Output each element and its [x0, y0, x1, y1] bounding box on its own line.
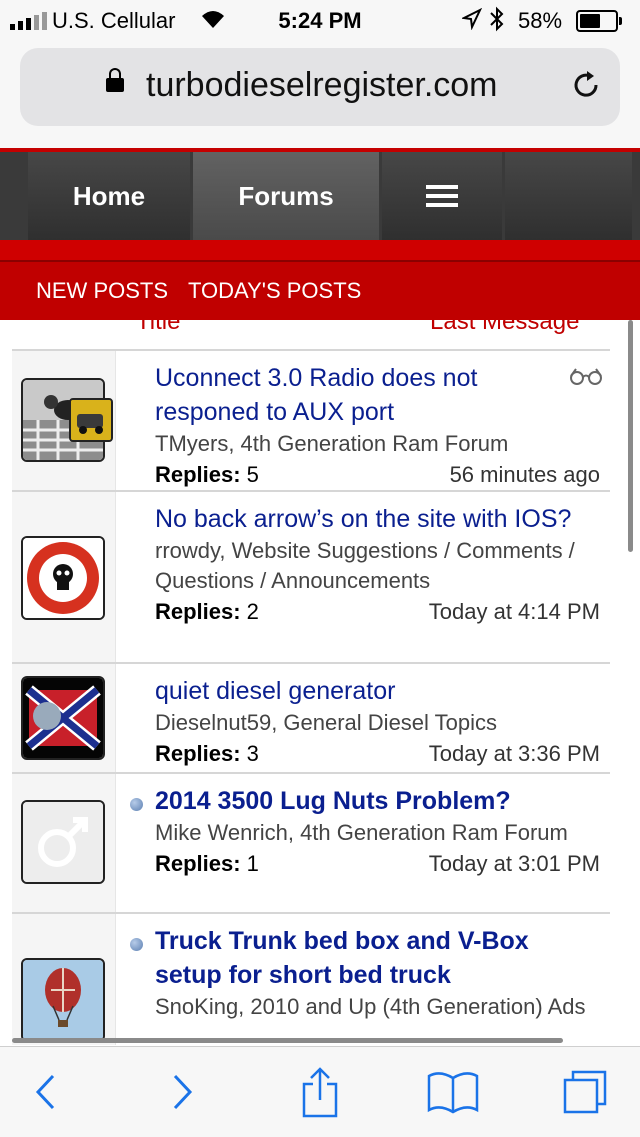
status-bar: U.S. Cellular 5:24 PM 58% — [0, 0, 640, 40]
horizontal-scrollbar[interactable] — [12, 1038, 563, 1043]
bookmarks-button[interactable] — [408, 1047, 498, 1137]
replies-label: Replies: — [155, 741, 241, 766]
book-icon — [427, 1072, 479, 1114]
battery-percent: 58% — [518, 8, 563, 33]
thread-title[interactable]: No back arrow’s on the site with IOS? — [155, 502, 600, 536]
thread-list: Uconnect 3.0 Radio does not responed to … — [12, 349, 610, 1045]
replies-count: 1 — [246, 851, 259, 876]
last-message-time[interactable]: 56 minutes ago — [450, 459, 600, 491]
location-icon — [460, 7, 483, 36]
nav-home-label: Home — [72, 180, 146, 211]
last-message-time[interactable]: Today at 3:01 PM — [429, 848, 600, 880]
avatar[interactable] — [21, 536, 105, 620]
bluetooth-icon — [488, 6, 506, 38]
thread-row[interactable]: Uconnect 3.0 Radio does not responed to … — [12, 351, 610, 492]
lock-icon — [106, 68, 124, 92]
battery-icon — [576, 10, 622, 32]
vertical-scrollbar[interactable] — [628, 320, 633, 552]
replies-label: Replies: — [155, 851, 241, 876]
new-post-indicator-icon — [130, 798, 143, 811]
thread-row[interactable]: quiet diesel generator Dieselnut59, Gene… — [12, 664, 610, 774]
hamburger-icon — [426, 185, 458, 207]
thread-list-area: Title Last Message Uconnect 3.0 Radio do… — [0, 320, 640, 1045]
browser-chrome: turbodieselregister.com — [0, 40, 640, 148]
tabs-icon — [563, 1070, 607, 1114]
avatar[interactable] — [21, 676, 105, 760]
thread-row[interactable]: No back arrow’s on the site with IOS? rr… — [12, 492, 610, 664]
thread-meta: SnoKing, 2010 and Up (4th Generation) Ad… — [155, 994, 586, 1019]
thread-title[interactable]: Truck Trunk bed box and V-Box setup for … — [155, 924, 600, 992]
browser-toolbar — [0, 1046, 640, 1137]
todays-posts-link[interactable]: TODAY'S POSTS — [188, 278, 361, 304]
column-last-message: Last Message — [430, 320, 580, 335]
replies-label: Replies: — [155, 599, 241, 624]
tabs-button[interactable] — [540, 1047, 630, 1137]
thread-meta: Dieselnut59, General Diesel Topics — [155, 710, 497, 735]
nav-forums[interactable]: Forums — [193, 152, 379, 240]
avatar-secondary — [69, 398, 113, 442]
replies-label: Replies: — [155, 462, 241, 487]
thread-row[interactable]: 2014 3500 Lug Nuts Problem? Mike Wenrich… — [12, 774, 610, 914]
main-nav: Home Forums — [0, 148, 640, 240]
nav-home[interactable]: Home — [28, 152, 190, 240]
nav-empty-tab — [505, 152, 632, 240]
thread-meta: Mike Wenrich, 4th Generation Ram Forum — [155, 820, 568, 845]
share-button[interactable] — [275, 1047, 365, 1137]
nav-divider — [0, 240, 640, 260]
chevron-right-icon — [173, 1074, 193, 1110]
replies-count: 3 — [246, 741, 259, 766]
avatar[interactable] — [21, 958, 105, 1042]
share-icon — [302, 1067, 338, 1118]
thread-title[interactable]: 2014 3500 Lug Nuts Problem? — [155, 784, 600, 818]
avatar[interactable] — [21, 800, 105, 884]
reload-icon[interactable] — [570, 68, 602, 111]
new-post-indicator-icon — [130, 938, 143, 951]
glasses-icon — [568, 365, 604, 393]
thread-title[interactable]: Uconnect 3.0 Radio does not responed to … — [155, 361, 600, 429]
address-bar[interactable]: turbodieselregister.com — [20, 48, 620, 126]
nav-forums-label: Forums — [238, 180, 334, 211]
last-message-time[interactable]: Today at 4:14 PM — [429, 596, 600, 628]
column-title: Title — [136, 320, 181, 335]
chevron-left-icon — [35, 1074, 55, 1110]
new-posts-link[interactable]: NEW POSTS — [36, 278, 168, 304]
thread-row[interactable]: Truck Trunk bed box and V-Box setup for … — [12, 914, 610, 1045]
last-message-time[interactable]: Today at 3:36 PM — [429, 738, 600, 770]
thread-meta: rrowdy, Website Suggestions / Comments /… — [155, 538, 575, 593]
url-text: turbodieselregister.com — [146, 66, 498, 104]
menu-button[interactable] — [382, 152, 502, 240]
forward-button[interactable] — [138, 1047, 228, 1137]
sub-nav: NEW POSTS TODAY'S POSTS — [0, 260, 640, 320]
replies-count: 2 — [246, 599, 259, 624]
thread-title[interactable]: quiet diesel generator — [155, 674, 600, 708]
back-button[interactable] — [0, 1047, 90, 1137]
thread-meta: TMyers, 4th Generation Ram Forum — [155, 431, 509, 456]
replies-count: 5 — [246, 462, 259, 487]
